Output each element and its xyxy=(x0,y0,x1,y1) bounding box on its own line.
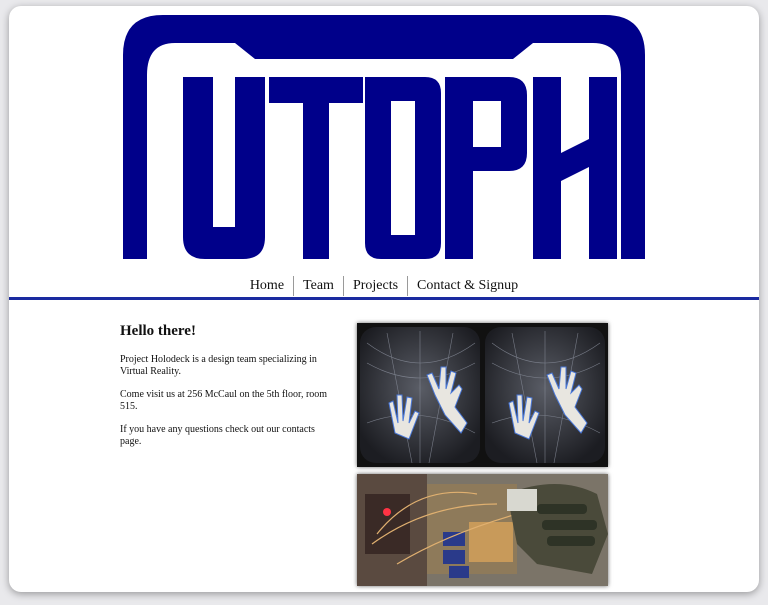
hardware-prototype-image xyxy=(357,474,608,586)
main-nav: Home Team Projects Contact & Signup xyxy=(9,275,759,297)
nav-item-projects[interactable]: Projects xyxy=(342,276,407,296)
intro-paragraph: Project Holodeck is a design team specia… xyxy=(120,354,317,377)
location-paragraph: Come visit us at 256 McCaul on the 5th f… xyxy=(120,389,328,412)
utoph-logo-graphic xyxy=(123,15,645,259)
nav-divider xyxy=(9,297,759,300)
nav-item-contact-signup[interactable]: Contact & Signup xyxy=(407,276,527,296)
browser-window: Home Team Projects Contact & Signup Hell… xyxy=(9,6,759,592)
page-heading: Hello there! xyxy=(120,323,196,339)
vr-hands-illustration xyxy=(357,323,608,467)
hardware-prototype-illustration xyxy=(357,474,608,586)
nav-item-home[interactable]: Home xyxy=(241,276,293,296)
vr-hands-image xyxy=(357,323,608,467)
contact-paragraph: If you have any questions check out our … xyxy=(120,424,315,447)
site-logo[interactable] xyxy=(123,15,645,259)
nav-item-team[interactable]: Team xyxy=(293,276,343,296)
intro-section: Hello there! Project Holodeck is a desig… xyxy=(120,322,338,459)
